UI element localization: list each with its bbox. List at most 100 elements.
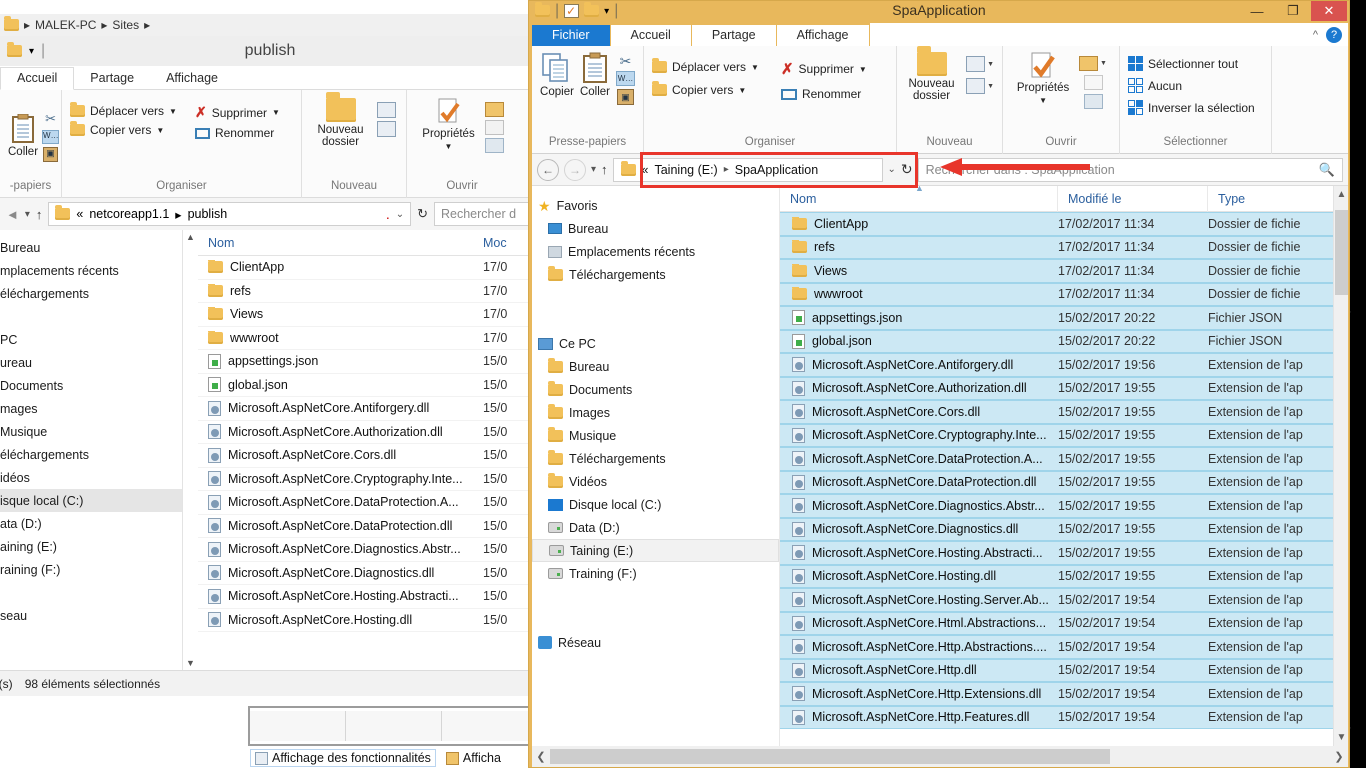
table-row[interactable]: Views 17/02/2017 11:34 Dossier de fichie [780,259,1348,283]
foreground-ribbon[interactable]: Copier Coller ✂ W… ▣ Presse-papiers Dépl… [532,46,1348,154]
sidebar-item-telechargements[interactable]: Téléchargements [532,263,779,286]
new-item-button[interactable]: ▼ [966,56,994,72]
bg-nav-item[interactable]: Documents [0,374,182,397]
table-row[interactable]: Microsoft.AspNetCore.Diagnostics.dll 15/0… [780,517,1348,541]
forward-icon[interactable]: → [564,158,586,181]
chevron-down-icon[interactable]: ▼ [738,86,746,95]
column-header-type[interactable]: Type [1208,186,1348,212]
table-row[interactable]: Microsoft.AspNetCore.Hosting.dll 15/0 [198,609,540,632]
edit-icon[interactable] [1083,75,1103,90]
bg-addr-seg-2[interactable]: publish [188,207,228,221]
table-row[interactable]: Microsoft.AspNetCore.Authorization.dll 15… [198,421,540,444]
table-row[interactable]: refs 17/02/2017 11:34 Dossier de fichie [780,235,1348,259]
table-row[interactable]: Microsoft.AspNetCore.Cryptography.Inte..… [198,468,540,491]
table-row[interactable]: Views 17/0 [198,303,540,327]
bg-nav-item[interactable]: ureau [0,351,182,374]
breadcrumb-item-pc[interactable]: MALEK-PC [35,18,96,32]
table-row[interactable]: Microsoft.AspNetCore.DataProtection.A...… [198,491,540,515]
background-file-list[interactable]: Nom Moc ClientApp 17/0 refs 17/0 Views 17/0 ww… [198,230,540,670]
easy-access-icon[interactable] [376,121,396,137]
table-row[interactable]: Microsoft.AspNetCore.Http.Abstractions..… [780,635,1348,659]
table-row[interactable]: Microsoft.AspNetCore.Html.Abstractions..… [780,611,1348,635]
window-controls[interactable]: — ❐ ✕ [1239,1,1347,23]
chevron-down-icon[interactable]: ▼ [445,142,453,151]
foreground-ribbon-tabs[interactable]: Fichier Accueil Partage Affichage ^ ? [532,23,1348,46]
bg-col-name[interactable]: Nom [198,236,483,250]
background-explorer-window[interactable]: ▸ MALEK-PC ▸ Sites ▸ ▾ | publish Accueil… [0,0,540,700]
table-row[interactable]: Microsoft.AspNetCore.Antiforgery.dll 15/0 [198,397,540,421]
table-row[interactable]: global.json 15/0 [198,374,540,397]
tab-fichier[interactable]: Fichier [532,25,610,46]
paste-button[interactable]: Coller [578,52,612,98]
copy-path-icon[interactable]: W… [42,129,60,144]
bg-addr-seg-1[interactable]: netcoreapp1.1 [89,207,169,221]
nav-group-reseau[interactable]: Réseau [532,631,779,654]
delete-button[interactable]: ✗ Supprimer ▼ [781,60,867,78]
nav-group-ce-pc[interactable]: Ce PC [532,332,779,355]
invert-selection-button[interactable]: Inverser la sélection [1128,100,1255,115]
paste-shortcut-icon[interactable]: ▣ [43,146,59,162]
bg-nav-item[interactable]: PC [0,328,182,351]
bg-nav-item[interactable]: raining (F:) [0,558,182,581]
chevron-down-icon[interactable]: ▼ [1100,60,1107,67]
tab-accueil[interactable]: Accueil [610,25,691,46]
table-row[interactable]: Microsoft.AspNetCore.Hosting.Abstracti..… [198,585,540,609]
table-row[interactable]: Microsoft.AspNetCore.DataProtection.A...… [780,447,1348,471]
ribbon-help-area[interactable]: ^ ? [1306,23,1348,46]
rename-button[interactable]: Renommer [780,87,867,101]
foreground-explorer-window[interactable]: | ✓ ▾ | SpaApplication — ❐ ✕ Fichier Acc… [528,0,1350,768]
open-with-button[interactable]: ▼ [1079,56,1107,71]
tab-content-view[interactable]: Afficha [441,750,505,766]
chevron-down-icon[interactable]: ▼ [987,83,994,90]
scroll-down-icon[interactable]: ▼ [186,658,195,668]
bg-nav-item[interactable]: mplacements récents [0,259,182,282]
lower-view-tabs[interactable]: Affichage des fonctionnalités Afficha [250,748,540,768]
copy-path-icon[interactable]: W… [616,71,635,86]
collapse-ribbon-icon[interactable]: ^ [1313,29,1318,41]
column-headers[interactable]: Nom ▲ Modifié le Type [780,186,1348,212]
table-row[interactable]: Microsoft.AspNetCore.Diagnostics.Abstr..… [780,494,1348,518]
bg-nav-item[interactable]: éléchargements [0,443,182,466]
table-row[interactable]: refs 17/0 [198,280,540,303]
background-address-bar[interactable]: ◄ ▾ ↑ « netcoreapp1.1 ▸ publish . ⌄ ↻ Re… [0,198,540,230]
table-row[interactable]: Microsoft.AspNetCore.Hosting.dll 15/02/20… [780,564,1348,588]
back-icon[interactable]: ← [537,158,559,181]
tab-affichage[interactable]: Affichage [776,25,869,46]
bg-tab-affichage[interactable]: Affichage [150,68,234,89]
copy-button[interactable]: Copier [540,52,574,98]
select-none-button[interactable]: Aucun [1128,78,1255,93]
table-row[interactable]: appsettings.json 15/0 [198,350,540,374]
bg-nav-scrollbar[interactable]: ▲ ▼ [182,230,198,670]
table-row[interactable]: Microsoft.AspNetCore.Http.dll 15/02/2017 … [780,658,1348,682]
horizontal-scrollbar[interactable]: ❮ ❯ [532,746,1348,767]
hscrollbar-thumb[interactable] [550,749,1110,764]
search-icon[interactable]: 🔍 [1319,162,1335,178]
bg-search-input[interactable]: Rechercher d [434,202,534,226]
tab-partage[interactable]: Partage [691,25,776,46]
maximize-button[interactable]: ❐ [1275,1,1311,21]
chevron-down-icon[interactable]: ▼ [1039,96,1047,105]
scroll-right-icon[interactable]: ❯ [1330,750,1348,763]
sidebar-item-images[interactable]: Images [532,401,779,424]
history-icon[interactable] [1083,94,1103,109]
sidebar-item-bureau[interactable]: Bureau [532,217,779,240]
column-header-name[interactable]: Nom ▲ [780,186,1058,212]
table-row[interactable]: Microsoft.AspNetCore.Diagnostics.dll 15/0 [198,562,540,585]
bg-nav-item[interactable]: ata (D:) [0,512,182,535]
bg-nav-item[interactable]: aining (E:) [0,535,182,558]
file-list-view[interactable]: Nom ▲ Modifié le Type ClientApp 17/02/201… [780,186,1348,746]
scroll-up-icon[interactable]: ▲ [1334,186,1348,203]
background-breadcrumb[interactable]: ▸ MALEK-PC ▸ Sites ▸ [0,14,540,36]
sidebar-item-taining-e[interactable]: Taining (E:) [532,539,779,562]
table-row[interactable]: Microsoft.AspNetCore.Authorization.dll 15… [780,376,1348,400]
file-list-scrollbar[interactable]: ▲ ▼ [1333,186,1348,746]
sidebar-item-documents[interactable]: Documents [532,378,779,401]
bg-tab-accueil[interactable]: Accueil [0,67,75,90]
scrollbar-thumb[interactable] [1335,210,1348,295]
sidebar-item-bureau-pc[interactable]: Bureau [532,355,779,378]
new-item-icon[interactable] [376,102,396,118]
table-row[interactable]: Microsoft.AspNetCore.Hosting.Abstracti..… [780,541,1348,565]
nav-group-favoris[interactable]: ★ Favoris [532,194,779,217]
properties-button[interactable]: Propriétés ▼ [1015,52,1071,105]
help-icon[interactable]: ? [1326,26,1342,43]
